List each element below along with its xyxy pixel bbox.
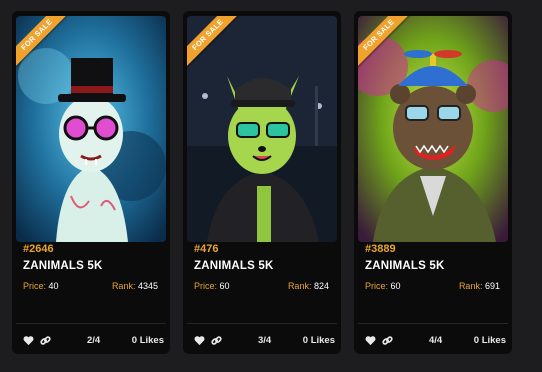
- rank-group: Rank: 824: [288, 281, 329, 291]
- nft-token-id: #3889: [365, 243, 396, 255]
- nft-card[interactable]: FOR SALE #476 ZANIMALS 5K Price: 60 Rank…: [183, 11, 341, 354]
- image-pager[interactable]: 2/4: [87, 335, 100, 346]
- collection-name[interactable]: ZANIMALS 5K: [365, 260, 445, 272]
- price-value: 40: [48, 281, 59, 291]
- heart-icon[interactable]: [365, 335, 376, 346]
- image-pager[interactable]: 3/4: [258, 335, 271, 346]
- price-label: Price:: [365, 281, 389, 291]
- collection-name[interactable]: ZANIMALS 5K: [23, 260, 103, 272]
- likes-count: 0 Likes: [473, 334, 506, 346]
- nft-card[interactable]: FOR SALE #2646 ZANIMALS 5K Price: 40 Ran…: [12, 11, 170, 354]
- nft-token-id: #476: [194, 243, 219, 255]
- nft-token-id: #2646: [23, 243, 54, 255]
- card-footer: 2/4 0 Likes: [23, 333, 164, 347]
- rank-group: Rank: 691: [459, 281, 500, 291]
- likes-count: 0 Likes: [131, 334, 164, 346]
- price-value: 60: [219, 281, 230, 291]
- likes-count: 0 Likes: [302, 334, 335, 346]
- nft-card-grid: FOR SALE #2646 ZANIMALS 5K Price: 40 Ran…: [0, 0, 542, 372]
- nft-image[interactable]: FOR SALE: [358, 16, 508, 242]
- heart-icon[interactable]: [194, 335, 205, 346]
- nft-image[interactable]: FOR SALE: [16, 16, 166, 242]
- card-divider: [187, 323, 337, 324]
- rank-value: 4345: [137, 281, 158, 291]
- price-label: Price:: [23, 281, 47, 291]
- price-group: Price: 40: [23, 281, 59, 291]
- link-icon[interactable]: [211, 335, 222, 346]
- nft-image[interactable]: FOR SALE: [187, 16, 337, 242]
- image-pager[interactable]: 4/4: [429, 335, 442, 346]
- rank-label: Rank:: [458, 281, 483, 291]
- price-rank-row: Price: 60 Rank: 824: [194, 281, 329, 291]
- rank-label: Rank:: [111, 281, 136, 291]
- card-footer: 3/4 0 Likes: [194, 333, 335, 347]
- price-rank-row: Price: 40 Rank: 4345: [23, 281, 158, 291]
- rank-value: 824: [313, 281, 329, 291]
- link-icon[interactable]: [40, 335, 51, 346]
- nft-card[interactable]: FOR SALE #3889 ZANIMALS 5K Price: 60 Ran…: [354, 11, 512, 354]
- collection-name[interactable]: ZANIMALS 5K: [194, 260, 274, 272]
- card-divider: [358, 323, 508, 324]
- link-icon[interactable]: [382, 335, 393, 346]
- card-footer: 4/4 0 Likes: [365, 333, 506, 347]
- rank-group: Rank: 4345: [112, 281, 158, 291]
- price-label: Price:: [194, 281, 218, 291]
- price-rank-row: Price: 60 Rank: 691: [365, 281, 500, 291]
- heart-icon[interactable]: [23, 335, 34, 346]
- card-divider: [16, 323, 166, 324]
- rank-value: 691: [484, 281, 500, 291]
- rank-label: Rank:: [287, 281, 312, 291]
- price-value: 60: [390, 281, 401, 291]
- price-group: Price: 60: [365, 281, 401, 291]
- price-group: Price: 60: [194, 281, 230, 291]
